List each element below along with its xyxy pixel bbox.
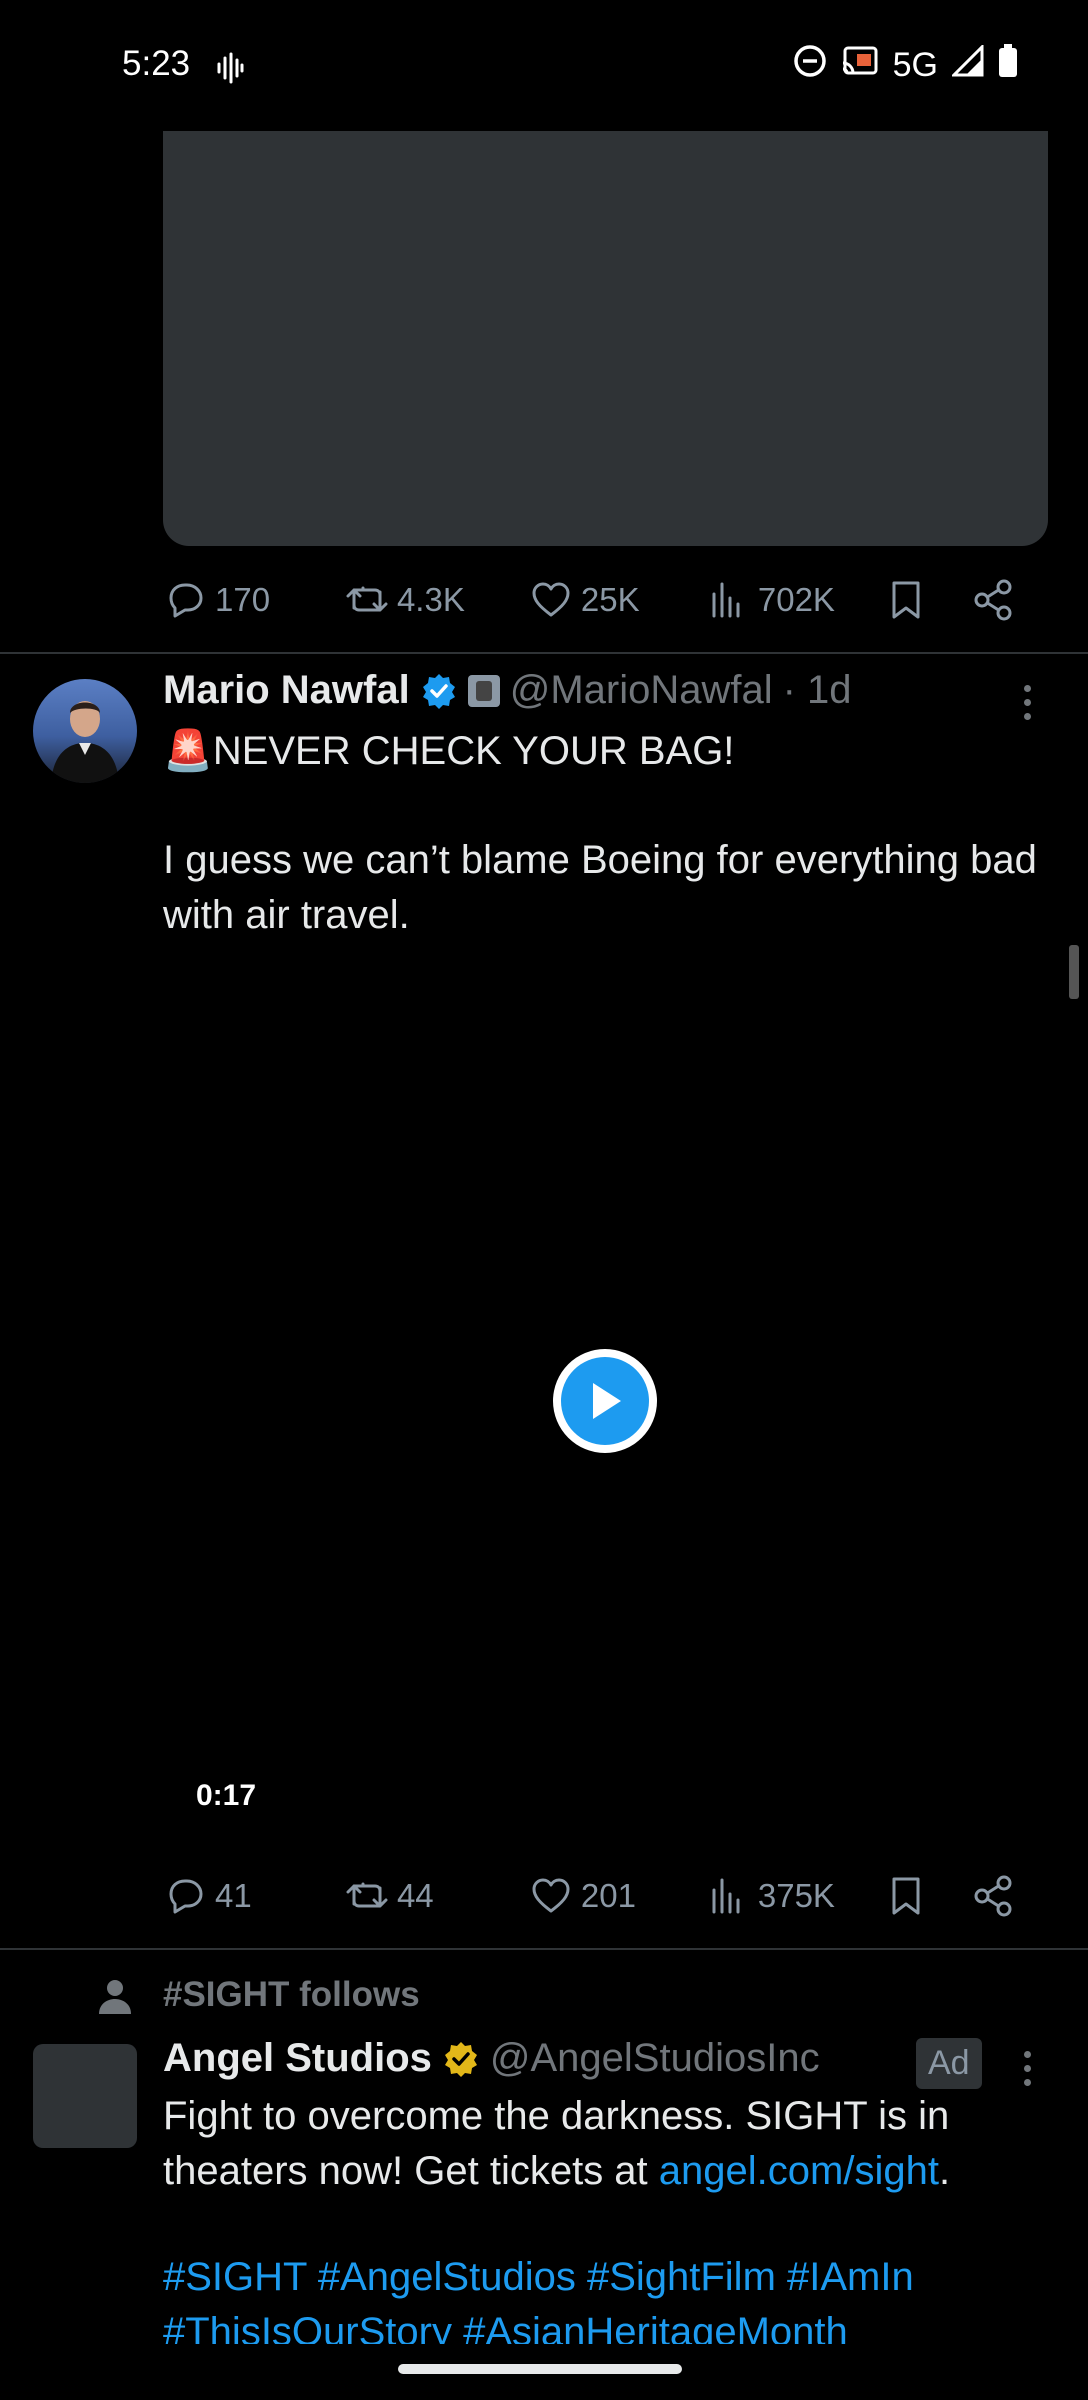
verified-badge-icon	[422, 673, 455, 709]
share-button[interactable]	[971, 1874, 1031, 1918]
post-divider	[0, 1948, 1088, 1950]
post-time: · 1d	[782, 668, 852, 712]
reply-icon	[169, 583, 203, 618]
post-body: I guess we can’t blame Boeing for everyt…	[163, 838, 1037, 937]
view-count: 375K	[757, 1877, 835, 1914]
affiliate-badge-icon	[467, 674, 500, 707]
reply-icon	[169, 1879, 203, 1914]
play-button[interactable]	[553, 1349, 657, 1453]
status-icons: 5G	[793, 43, 1018, 87]
person-icon	[97, 1978, 133, 2021]
more-options-icon[interactable]	[1024, 685, 1034, 720]
scrollbar-thumb[interactable]	[1069, 945, 1079, 999]
author-name[interactable]: Mario Nawfal	[163, 668, 410, 713]
ad-badge: Ad	[916, 2038, 982, 2089]
share-icon	[974, 1875, 1012, 1917]
heart-icon	[532, 582, 570, 617]
ad-link[interactable]: angel.com/sight	[659, 2149, 939, 2193]
post-actions: 170 4.3K 25K 702K	[163, 570, 1031, 630]
signal-icon	[950, 43, 984, 86]
bookmark-button[interactable]	[884, 1874, 972, 1918]
video-duration: 0:17	[196, 1779, 257, 1812]
heart-icon	[532, 1878, 570, 1913]
author-handle[interactable]: @MarioNawfal	[510, 668, 773, 713]
repost-count: 44	[396, 1877, 434, 1914]
reply-count: 170	[215, 581, 271, 618]
social-context[interactable]: #SIGHT follows	[163, 1975, 420, 2015]
hashtags-container: #SIGHT #AngelStudios #SightFilm #IAmIn #…	[0, 2250, 1088, 2344]
post-divider	[0, 652, 1088, 654]
bookmark-icon	[892, 581, 920, 619]
siren-emoji: 🚨	[163, 729, 213, 773]
sound-wave-icon	[216, 52, 244, 89]
home-indicator[interactable]	[398, 2364, 682, 2374]
status-time: 5:23	[122, 44, 191, 83]
reply-button[interactable]: 41	[163, 1874, 345, 1918]
repost-button[interactable]: 4.3K	[345, 578, 529, 622]
verified-gold-badge-icon	[444, 2041, 477, 2077]
like-button[interactable]: 25K	[529, 578, 706, 622]
play-icon	[593, 1383, 621, 1419]
post-header: Angel Studios @AngelStudiosInc	[163, 2036, 820, 2081]
views-button[interactable]: 702K	[706, 578, 884, 622]
bookmark-icon	[892, 1877, 920, 1915]
network-label: 5G	[892, 46, 938, 84]
more-options-icon[interactable]	[1024, 2051, 1034, 2086]
analytics-icon	[712, 1878, 740, 1914]
repost-button[interactable]: 44	[345, 1874, 529, 1918]
author-handle[interactable]: @AngelStudiosInc	[490, 2036, 820, 2081]
reply-button[interactable]: 170	[163, 578, 345, 622]
post-headline: 🚨NEVER CHECK YOUR BAG!	[163, 729, 735, 773]
post-media[interactable]	[163, 131, 1048, 546]
avatar[interactable]	[33, 2044, 137, 2148]
avatar[interactable]	[33, 679, 137, 783]
do-not-disturb-icon	[793, 44, 827, 87]
share-icon	[974, 579, 1012, 621]
post-header: Mario Nawfal @MarioNawfal · 1d	[163, 668, 852, 713]
bookmark-button[interactable]	[884, 578, 972, 622]
share-button[interactable]	[971, 578, 1031, 622]
post-actions: 41 44 201 375K	[163, 1866, 1031, 1926]
repost-icon	[346, 1882, 388, 1908]
hashtags-line[interactable]: #ThisIsOurStory #AsianHeritageMonth	[163, 2305, 848, 2344]
reply-count: 41	[215, 1877, 252, 1914]
battery-icon	[998, 44, 1018, 87]
author-name[interactable]: Angel Studios	[163, 2036, 432, 2081]
views-button[interactable]: 375K	[706, 1874, 884, 1918]
repost-count: 4.3K	[396, 581, 465, 618]
repost-icon	[346, 586, 388, 612]
analytics-icon	[712, 582, 740, 618]
view-count: 702K	[757, 581, 835, 618]
like-button[interactable]: 201	[529, 1874, 706, 1918]
like-count: 201	[580, 1877, 636, 1914]
post-body: Fight to overcome the darkness. SIGHT is…	[163, 2094, 951, 2193]
hashtags-line[interactable]: #SIGHT #AngelStudios #SightFilm #IAmIn	[163, 2250, 914, 2305]
cast-icon	[841, 45, 879, 86]
like-count: 25K	[580, 581, 640, 618]
